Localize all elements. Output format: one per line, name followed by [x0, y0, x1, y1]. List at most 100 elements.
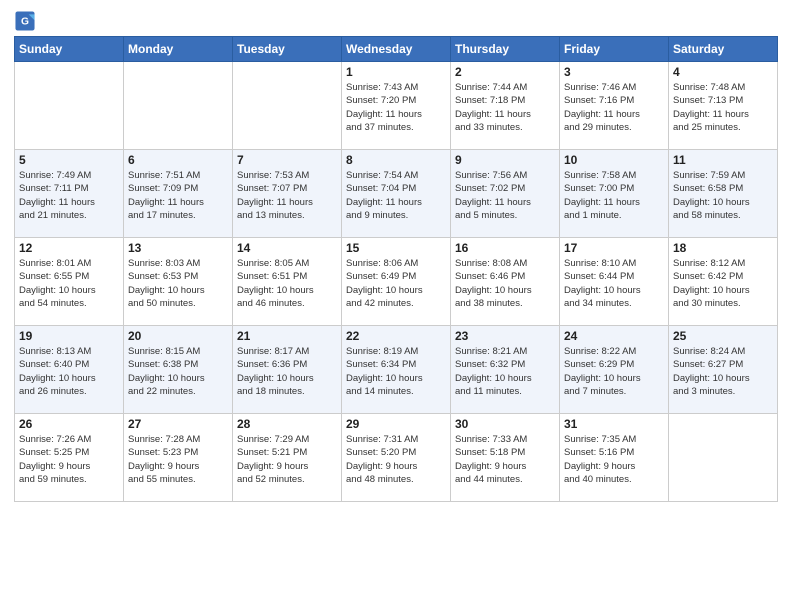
week-row-3: 12Sunrise: 8:01 AMSunset: 6:55 PMDayligh… [15, 238, 778, 326]
day-info: Sunrise: 7:58 AMSunset: 7:00 PMDaylight:… [564, 169, 664, 222]
day-number: 8 [346, 153, 446, 167]
day-cell: 4Sunrise: 7:48 AMSunset: 7:13 PMDaylight… [669, 62, 778, 150]
day-cell: 22Sunrise: 8:19 AMSunset: 6:34 PMDayligh… [342, 326, 451, 414]
day-cell: 1Sunrise: 7:43 AMSunset: 7:20 PMDaylight… [342, 62, 451, 150]
day-info: Sunrise: 7:46 AMSunset: 7:16 PMDaylight:… [564, 81, 664, 134]
day-cell [15, 62, 124, 150]
day-cell: 31Sunrise: 7:35 AMSunset: 5:16 PMDayligh… [560, 414, 669, 502]
day-info: Sunrise: 7:33 AMSunset: 5:18 PMDaylight:… [455, 433, 555, 486]
day-info: Sunrise: 8:22 AMSunset: 6:29 PMDaylight:… [564, 345, 664, 398]
day-number: 17 [564, 241, 664, 255]
day-info: Sunrise: 7:53 AMSunset: 7:07 PMDaylight:… [237, 169, 337, 222]
day-cell: 5 Sunrise: 7:49 AMSunset: 7:11 PMDaylight… [15, 150, 124, 238]
day-number: 26 [19, 417, 119, 431]
day-info: Sunrise: 7:59 AMSunset: 6:58 PMDaylight:… [673, 169, 773, 222]
day-number: 15 [346, 241, 446, 255]
day-info: Sunrise: 8:24 AMSunset: 6:27 PMDaylight:… [673, 345, 773, 398]
day-cell: 13Sunrise: 8:03 AMSunset: 6:53 PMDayligh… [124, 238, 233, 326]
day-number: 5 [19, 153, 119, 167]
day-cell: 29 Sunrise: 7:31 AMSunset: 5:20 PMDayligh… [342, 414, 451, 502]
day-number: 14 [237, 241, 337, 255]
day-number: 9 [455, 153, 555, 167]
header-cell-monday: Monday [124, 37, 233, 62]
day-cell: 6 Sunrise: 7:51 AMSunset: 7:09 PMDaylight… [124, 150, 233, 238]
day-info: Sunrise: 8:08 AMSunset: 6:46 PMDaylight:… [455, 257, 555, 310]
header-cell-thursday: Thursday [451, 37, 560, 62]
day-number: 23 [455, 329, 555, 343]
day-cell: 28 Sunrise: 7:29 AMSunset: 5:21 PMDayligh… [233, 414, 342, 502]
header-cell-friday: Friday [560, 37, 669, 62]
day-number: 13 [128, 241, 228, 255]
calendar-body: 1Sunrise: 7:43 AMSunset: 7:20 PMDaylight… [15, 62, 778, 502]
day-info: Sunrise: 8:13 AMSunset: 6:40 PMDaylight:… [19, 345, 119, 398]
day-cell: 8 Sunrise: 7:54 AMSunset: 7:04 PMDaylight… [342, 150, 451, 238]
day-cell: 10 Sunrise: 7:58 AMSunset: 7:00 PMDayligh… [560, 150, 669, 238]
day-cell: 26 Sunrise: 7:26 AMSunset: 5:25 PMDayligh… [15, 414, 124, 502]
day-number: 21 [237, 329, 337, 343]
day-info: Sunrise: 7:51 AMSunset: 7:09 PMDaylight:… [128, 169, 228, 222]
day-number: 25 [673, 329, 773, 343]
day-cell: 23Sunrise: 8:21 AMSunset: 6:32 PMDayligh… [451, 326, 560, 414]
day-info: Sunrise: 7:49 AMSunset: 7:11 PMDaylight:… [19, 169, 119, 222]
day-cell: 20 Sunrise: 8:15 AMSunset: 6:38 PMDayligh… [124, 326, 233, 414]
svg-text:G: G [21, 17, 29, 28]
logo: G [14, 10, 38, 32]
day-number: 24 [564, 329, 664, 343]
day-info: Sunrise: 7:28 AMSunset: 5:23 PMDaylight:… [128, 433, 228, 486]
day-cell: 30 Sunrise: 7:33 AMSunset: 5:18 PMDayligh… [451, 414, 560, 502]
day-number: 10 [564, 153, 664, 167]
day-cell: 19Sunrise: 8:13 AMSunset: 6:40 PMDayligh… [15, 326, 124, 414]
header-cell-sunday: Sunday [15, 37, 124, 62]
day-info: Sunrise: 7:35 AMSunset: 5:16 PMDaylight:… [564, 433, 664, 486]
day-info: Sunrise: 8:12 AMSunset: 6:42 PMDaylight:… [673, 257, 773, 310]
day-cell: 2Sunrise: 7:44 AMSunset: 7:18 PMDaylight… [451, 62, 560, 150]
day-number: 16 [455, 241, 555, 255]
day-info: Sunrise: 8:06 AMSunset: 6:49 PMDaylight:… [346, 257, 446, 310]
day-cell [124, 62, 233, 150]
header-cell-tuesday: Tuesday [233, 37, 342, 62]
day-number: 3 [564, 65, 664, 79]
day-cell: 21 Sunrise: 8:17 AMSunset: 6:36 PMDayligh… [233, 326, 342, 414]
day-cell: 15 Sunrise: 8:06 AMSunset: 6:49 PMDayligh… [342, 238, 451, 326]
week-row-4: 19Sunrise: 8:13 AMSunset: 6:40 PMDayligh… [15, 326, 778, 414]
day-number: 11 [673, 153, 773, 167]
calendar-header: SundayMondayTuesdayWednesdayThursdayFrid… [15, 37, 778, 62]
day-info: Sunrise: 7:31 AMSunset: 5:20 PMDaylight:… [346, 433, 446, 486]
day-cell: 24 Sunrise: 8:22 AMSunset: 6:29 PMDayligh… [560, 326, 669, 414]
week-row-1: 1Sunrise: 7:43 AMSunset: 7:20 PMDaylight… [15, 62, 778, 150]
day-info: Sunrise: 7:26 AMSunset: 5:25 PMDaylight:… [19, 433, 119, 486]
day-info: Sunrise: 7:54 AMSunset: 7:04 PMDaylight:… [346, 169, 446, 222]
day-cell [233, 62, 342, 150]
day-cell: 7Sunrise: 7:53 AMSunset: 7:07 PMDaylight… [233, 150, 342, 238]
day-info: Sunrise: 7:44 AMSunset: 7:18 PMDaylight:… [455, 81, 555, 134]
header-cell-wednesday: Wednesday [342, 37, 451, 62]
header-cell-saturday: Saturday [669, 37, 778, 62]
week-row-5: 26 Sunrise: 7:26 AMSunset: 5:25 PMDayligh… [15, 414, 778, 502]
day-info: Sunrise: 8:15 AMSunset: 6:38 PMDaylight:… [128, 345, 228, 398]
day-info: Sunrise: 7:56 AMSunset: 7:02 PMDaylight:… [455, 169, 555, 222]
day-info: Sunrise: 7:43 AMSunset: 7:20 PMDaylight:… [346, 81, 446, 134]
day-info: Sunrise: 7:29 AMSunset: 5:21 PMDaylight:… [237, 433, 337, 486]
header-row: SundayMondayTuesdayWednesdayThursdayFrid… [15, 37, 778, 62]
day-number: 6 [128, 153, 228, 167]
calendar-table: SundayMondayTuesdayWednesdayThursdayFrid… [14, 36, 778, 502]
day-cell: 17 Sunrise: 8:10 AMSunset: 6:44 PMDayligh… [560, 238, 669, 326]
day-number: 27 [128, 417, 228, 431]
day-info: Sunrise: 8:19 AMSunset: 6:34 PMDaylight:… [346, 345, 446, 398]
day-number: 20 [128, 329, 228, 343]
week-row-2: 5 Sunrise: 7:49 AMSunset: 7:11 PMDaylight… [15, 150, 778, 238]
day-number: 28 [237, 417, 337, 431]
day-cell: 27 Sunrise: 7:28 AMSunset: 5:23 PMDayligh… [124, 414, 233, 502]
day-cell: 18Sunrise: 8:12 AMSunset: 6:42 PMDayligh… [669, 238, 778, 326]
day-cell: 3 Sunrise: 7:46 AMSunset: 7:16 PMDaylight… [560, 62, 669, 150]
day-cell: 12Sunrise: 8:01 AMSunset: 6:55 PMDayligh… [15, 238, 124, 326]
day-info: Sunrise: 8:10 AMSunset: 6:44 PMDaylight:… [564, 257, 664, 310]
day-info: Sunrise: 8:17 AMSunset: 6:36 PMDaylight:… [237, 345, 337, 398]
page-container: G SundayMondayTuesdayWednesdayThursdayFr… [0, 0, 792, 510]
day-number: 29 [346, 417, 446, 431]
day-cell: 14Sunrise: 8:05 AMSunset: 6:51 PMDayligh… [233, 238, 342, 326]
day-cell [669, 414, 778, 502]
day-number: 30 [455, 417, 555, 431]
day-number: 12 [19, 241, 119, 255]
day-cell: 11 Sunrise: 7:59 AMSunset: 6:58 PMDayligh… [669, 150, 778, 238]
